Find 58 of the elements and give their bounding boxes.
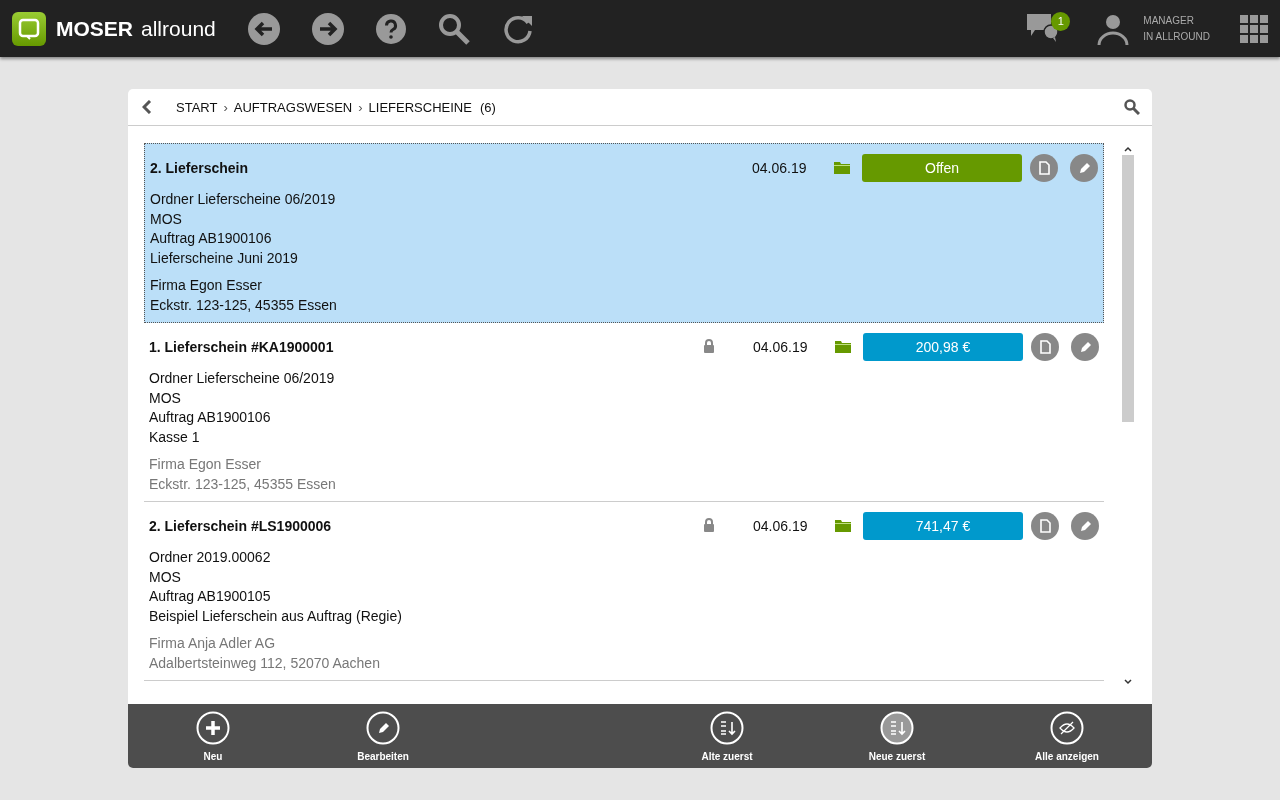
item-title: 2. Lieferschein: [150, 160, 250, 176]
item-detail: Beispiel Lieferschein aus Auftrag (Regie): [149, 606, 403, 626]
customer-line: Adalbertsteinweg 112, 52070 Aachen: [149, 653, 381, 673]
item-detail: Ordner 2019.00062: [149, 548, 272, 567]
delivery-note-item[interactable]: 1. Lieferschein #KA1900001 04.06.19 200,98 € Ordner Lieferscheine 06/2019 MOS Auftrag AB1900106 Kasse 1 Firma Egon Esser Eckstr. 123-125, 45355 Essen: [144, 323, 1104, 502]
copy-icon[interactable]: [1030, 154, 1058, 182]
toolbar-button[interactable]: Neu: [128, 704, 298, 768]
item-detail: MOS: [150, 209, 183, 229]
item-count: (6): [479, 99, 496, 115]
customer-line: Firma Egon Esser: [149, 455, 263, 474]
item-detail: Kasse 1: [149, 427, 201, 447]
item-detail: Ordner Lieferscheine 06/2019: [150, 190, 337, 209]
user-role: MANAGER IN ALLROUND: [1143, 13, 1210, 44]
delivery-note-item[interactable]: 2. Lieferschein 04.06.19 Offen Ordner Lieferscheine 06/2019 MOS Auftrag AB1900106 Lieferscheine Juni 2019 Firma Egon Esser Eckstr. 123-125, 45355 Essen: [144, 143, 1104, 323]
scrollbar-thumb[interactable]: [1122, 155, 1134, 422]
app-logo-icon[interactable]: [12, 11, 46, 46]
toolbar-button[interactable]: Alle anzeigen: [982, 704, 1152, 768]
user-icon[interactable]: [1097, 12, 1130, 45]
item-detail: Auftrag AB1900105: [149, 587, 272, 606]
item-date: 04.06.19: [753, 339, 809, 355]
folder-icon[interactable]: [835, 520, 851, 532]
item-detail: Auftrag AB1900106: [149, 408, 272, 427]
breadcrumb-link[interactable]: LIEFERSCHEINE: [368, 99, 472, 115]
brand-name: MOSER: [56, 16, 133, 41]
item-date: 04.06.19: [752, 160, 808, 176]
item-title: 1. Lieferschein #KA1900001: [149, 339, 335, 355]
notification-badge: 1: [1051, 11, 1071, 31]
edit-icon[interactable]: [1071, 333, 1099, 361]
item-title: 2. Lieferschein #LS1900006: [149, 518, 333, 534]
breadcrumb-separator: ›: [223, 99, 228, 115]
item-detail: Auftrag AB1900106: [150, 229, 273, 248]
edit-icon[interactable]: [1070, 154, 1098, 182]
item-date: 04.06.19: [753, 518, 809, 534]
back-chevron-icon[interactable]: [142, 100, 152, 114]
copy-icon[interactable]: [1031, 512, 1059, 540]
toolbar-button[interactable]: Alte zuerst: [642, 704, 812, 768]
breadcrumb-separator: ›: [358, 99, 363, 115]
delivery-note-item[interactable]: 2. Lieferschein #LS1900006 04.06.19 741,47 € Ordner 2019.00062 MOS Auftrag AB1900105 Beispiel Lieferschein aus Auftrag (Regie) Firma Anja Adler AG Adalbertsteinweg 112, 52070 Aachen: [144, 502, 1104, 681]
customer-line: Firma Anja Adler AG: [149, 634, 277, 653]
customer-line: Firma Egon Esser: [150, 276, 264, 295]
customer-line: Eckstr. 123-125, 45355 Essen: [150, 295, 338, 315]
breadcrumb-link[interactable]: AUFTRAGSWESEN: [233, 99, 353, 115]
search-icon[interactable]: [437, 12, 470, 45]
folder-icon[interactable]: [835, 341, 851, 353]
help-icon[interactable]: [375, 13, 406, 44]
item-detail: Ordner Lieferscheine 06/2019: [149, 369, 336, 388]
copy-icon[interactable]: [1031, 333, 1059, 361]
apps-grid-icon[interactable]: [1240, 14, 1268, 43]
customer-line: Eckstr. 123-125, 45355 Essen: [149, 474, 337, 494]
search-icon[interactable]: [1124, 99, 1140, 115]
toolbar-button[interactable]: Bearbeiten: [298, 704, 468, 768]
breadcrumb-link[interactable]: START: [176, 99, 218, 115]
product-name: allround: [141, 16, 216, 41]
item-detail: MOS: [149, 388, 182, 408]
item-detail: MOS: [149, 567, 182, 587]
edit-icon[interactable]: [1071, 512, 1099, 540]
toolbar-button[interactable]: Neue zuerst: [812, 704, 982, 768]
item-detail: Lieferscheine Juni 2019: [150, 248, 299, 268]
